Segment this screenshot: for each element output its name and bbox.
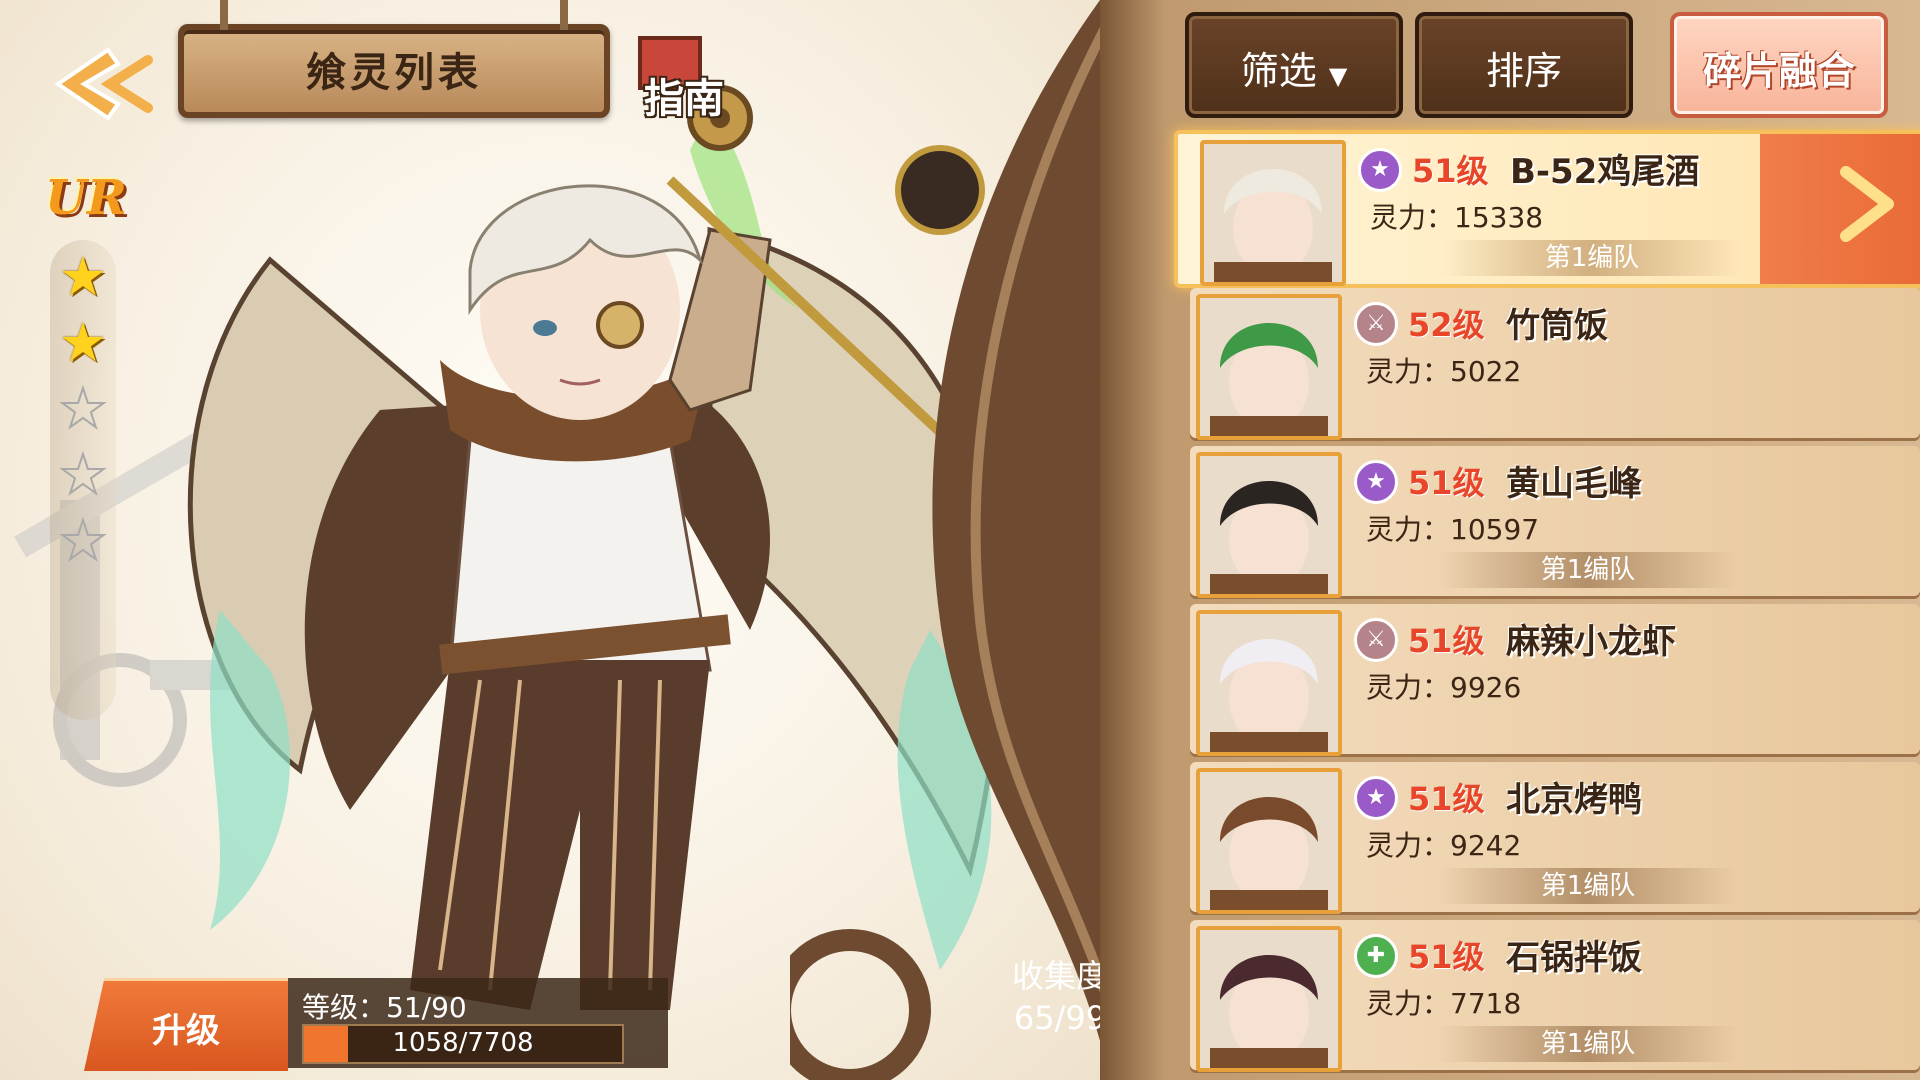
character-level: 51级 (1408, 622, 1485, 660)
portrait-image (1204, 144, 1342, 282)
character-power: 灵力：10597 (1366, 513, 1540, 546)
filter-text: 筛选 (1240, 49, 1317, 93)
fragment-fusion-button[interactable]: 碎片融合 (1670, 12, 1888, 118)
character-portrait (1196, 452, 1342, 598)
sort-button[interactable]: 排序 (1415, 12, 1633, 118)
team-badge: 第1编队 (1442, 240, 1742, 276)
guide-button[interactable]: 指南 (620, 28, 770, 178)
team-badge: 第1编队 (1438, 1026, 1738, 1062)
character-power: 灵力：7718 (1366, 987, 1522, 1020)
character-list-item[interactable]: ★ 51级 B-52鸡尾酒灵力：15338 第1编队 (1174, 130, 1920, 288)
star-empty-icon: ★ (58, 509, 108, 572)
character-power: 灵力：5022 (1366, 355, 1522, 388)
character-portrait (1196, 610, 1342, 756)
rope-right (560, 0, 568, 30)
character-list-item[interactable]: ✚ 51级 石锅拌饭灵力：7718 第1编队 (1190, 920, 1920, 1072)
star-rating: ★ ★ ★ ★ ★ (50, 240, 116, 720)
level-text: 等级：51/90 (302, 991, 467, 1024)
decorative-frame (790, 0, 1150, 1080)
exp-bar: 1058/7708 (302, 1024, 624, 1064)
character-name: 竹筒饭 (1506, 306, 1608, 346)
character-name: 北京烤鸭 (1506, 780, 1642, 820)
title-board: 飨灵列表 (178, 0, 610, 118)
star-filled-icon: ★ (58, 311, 108, 374)
rarity-badge: UR (45, 170, 127, 226)
chevron-right-icon (1840, 166, 1894, 242)
star-class-icon: ★ (1358, 148, 1402, 192)
character-level: 51级 (1408, 780, 1485, 818)
character-list-item[interactable]: ⚔ 51级 麻辣小龙虾灵力：9926 (1190, 604, 1920, 756)
character-power: 灵力：9242 (1366, 829, 1522, 862)
character-portrait (1196, 926, 1342, 1072)
sort-label: 排序 (1485, 49, 1562, 93)
portrait-image (1200, 772, 1338, 910)
star-class-icon: ★ (1354, 776, 1398, 820)
guide-label: 指南 (644, 76, 724, 122)
character-portrait (1200, 140, 1346, 286)
character-list-item[interactable]: ★ 51级 北京烤鸭灵力：9242 第1编队 (1190, 762, 1920, 914)
portrait-image (1200, 298, 1338, 436)
portrait-image (1200, 614, 1338, 752)
character-level: 51级 (1408, 938, 1485, 976)
upgrade-label: 升级 (152, 1011, 220, 1051)
character-name: B-52鸡尾酒 (1510, 152, 1700, 192)
character-level: 52级 (1408, 306, 1485, 344)
character-list-item[interactable]: ⚔ 52级 竹筒饭灵力：5022 (1190, 288, 1920, 440)
toolbar: 筛选 ▼ 排序 碎片融合 (1185, 12, 1920, 118)
team-badge: 第1编队 (1438, 552, 1738, 588)
character-name: 石锅拌饭 (1506, 938, 1642, 978)
page-title: 飨灵列表 (306, 49, 482, 96)
sword-class-icon: ⚔ (1354, 618, 1398, 662)
filter-button[interactable]: 筛选 ▼ (1185, 12, 1403, 118)
portrait-image (1200, 930, 1338, 1068)
star-empty-icon: ★ (58, 443, 108, 506)
fragment-fusion-label: 碎片融合 (1702, 49, 1855, 93)
character-portrait (1196, 294, 1342, 440)
character-list-item[interactable]: ★ 51级 黄山毛峰灵力：10597 第1编队 (1190, 446, 1920, 598)
character-power: 灵力：15338 (1370, 201, 1544, 234)
team-badge: 第1编队 (1438, 868, 1738, 904)
rope-left (220, 0, 228, 30)
filter-label: 筛选 ▼ (1189, 40, 1399, 95)
character-list: ★ 51级 B-52鸡尾酒灵力：15338 第1编队 ⚔ 52级 竹筒饭灵力：5022 ★ 51… (1174, 130, 1920, 1080)
dropdown-arrow-icon: ▼ (1328, 62, 1348, 90)
character-level: 51级 (1412, 152, 1489, 190)
rarity-panel: UR ★ ★ ★ ★ ★ (40, 160, 127, 720)
level-panel: 升级 等级：51/90 1058/7708 (84, 978, 668, 1071)
star-filled-icon: ★ (58, 245, 108, 308)
sword-class-icon: ⚔ (1354, 302, 1398, 346)
star-empty-icon: ★ (58, 377, 108, 440)
heal-class-icon: ✚ (1354, 934, 1398, 978)
level-info: 等级：51/90 1058/7708 (288, 978, 668, 1068)
star-class-icon: ★ (1354, 460, 1398, 504)
character-name: 麻辣小龙虾 (1506, 622, 1676, 662)
portrait-image (1200, 456, 1338, 594)
exp-text: 1058/7708 (392, 1028, 534, 1058)
upgrade-button[interactable]: 升级 (84, 978, 288, 1071)
back-button[interactable] (48, 44, 166, 124)
character-portrait (1196, 768, 1342, 914)
character-level: 51级 (1408, 464, 1485, 502)
character-name: 黄山毛峰 (1506, 464, 1642, 504)
character-power: 灵力：9926 (1366, 671, 1522, 704)
